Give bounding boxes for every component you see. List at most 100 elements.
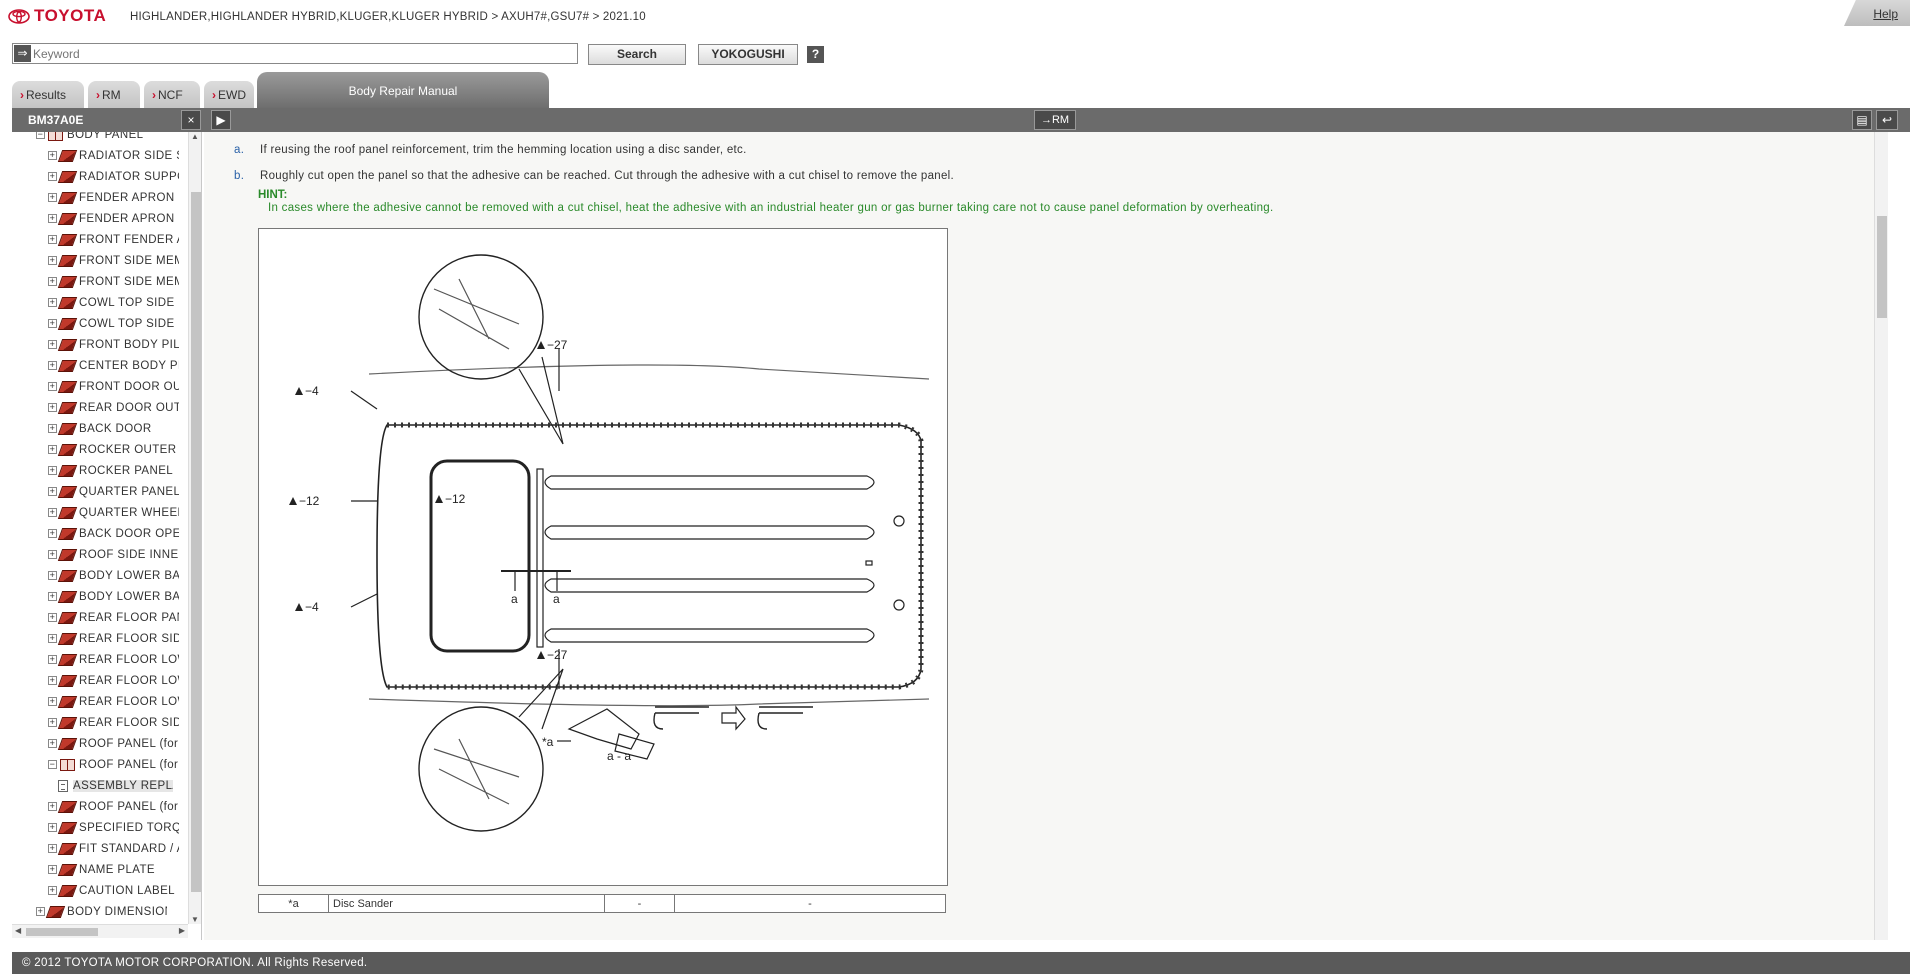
sidebar-vertical-scrollbar[interactable]: ▲ ▼ [188, 132, 201, 924]
tree-item[interactable]: + SPECIFIED TORQUE [48, 817, 179, 838]
expand-icon[interactable]: + [48, 172, 57, 181]
tree-item[interactable]: ASSEMBLY REPLACEMENT [58, 775, 173, 796]
expand-icon[interactable]: + [48, 361, 57, 370]
yokogushi-button[interactable]: YOKOGUSHI [698, 44, 798, 65]
expand-icon[interactable]: + [48, 529, 57, 538]
expand-icon[interactable]: + [48, 655, 57, 664]
expand-icon[interactable]: + [48, 277, 57, 286]
expand-icon[interactable]: + [48, 424, 57, 433]
expand-icon[interactable]: + [36, 907, 45, 916]
tree-item[interactable]: + REAR FLOOR SIDE [48, 712, 179, 733]
sidebar-horizontal-scrollbar[interactable]: ◀ ▶ [12, 924, 188, 938]
tree-item[interactable]: + BACK DOOR [48, 418, 179, 439]
tree-item[interactable]: + COWL TOP SIDE PANEL [48, 313, 179, 334]
scroll-down-icon[interactable]: ▼ [191, 915, 199, 924]
search-button[interactable]: Search [588, 44, 686, 65]
tab-results[interactable]: › Results [12, 81, 84, 108]
tab-body-repair-manual[interactable]: Body Repair Manual [257, 72, 549, 108]
expand-icon[interactable]: + [48, 319, 57, 328]
expand-icon[interactable]: + [48, 487, 57, 496]
tree-item[interactable]: + BACK DOOR OPENING [48, 523, 179, 544]
expand-icon[interactable]: + [48, 466, 57, 475]
expand-icon[interactable]: + [48, 151, 57, 160]
tree-item[interactable]: + FRONT SIDE MEMBER [48, 271, 179, 292]
scroll-right-icon[interactable]: ▶ [179, 926, 185, 935]
content-vertical-scrollbar[interactable] [1874, 132, 1888, 940]
expand-icon[interactable]: + [48, 403, 57, 412]
tree-item[interactable]: + FRONT FENDER APRON [48, 229, 179, 250]
expand-icon[interactable]: + [48, 634, 57, 643]
expand-icon[interactable]: + [48, 592, 57, 601]
help-tab[interactable]: Help [1844, 0, 1910, 26]
tree-item[interactable]: + FRONT BODY PILLAR [48, 334, 179, 355]
expand-icon[interactable]: + [48, 193, 57, 202]
expand-icon[interactable]: + [48, 886, 57, 895]
tree-item[interactable]: + COWL TOP SIDE UPPER [48, 292, 179, 313]
tree-item[interactable]: + REAR FLOOR LOWER [48, 670, 179, 691]
tree-item[interactable]: + CENTER BODY PILLAR [48, 355, 179, 376]
tree-item[interactable]: + RADIATOR SIDE SUPPORT [48, 145, 179, 166]
scroll-thumb[interactable] [26, 928, 98, 936]
scroll-up-icon[interactable]: ▲ [191, 132, 199, 141]
expand-icon[interactable]: + [48, 508, 57, 517]
expand-icon[interactable]: + [48, 802, 57, 811]
tree-item[interactable]: + QUARTER PANEL [48, 481, 179, 502]
tree-item[interactable]: − BODY PANEL [36, 132, 167, 145]
back-icon[interactable]: ↩ [1876, 110, 1898, 130]
expand-icon[interactable]: + [48, 613, 57, 622]
tree-item[interactable]: + REAR FLOOR SIDE [48, 628, 179, 649]
tree-item[interactable]: + ROOF SIDE INNER [48, 544, 179, 565]
expand-icon[interactable]: + [48, 256, 57, 265]
tab-rm[interactable]: › RM [88, 81, 140, 108]
tree-item[interactable]: + REAR DOOR OUTER [48, 397, 179, 418]
tree-item[interactable]: + BODY DIMENSIONS [36, 901, 167, 922]
collapse-icon[interactable]: − [48, 760, 57, 769]
tab-ncf[interactable]: › NCF [144, 81, 200, 108]
expand-arrow-icon[interactable]: ▶ [211, 110, 231, 130]
tree-item[interactable]: + QUARTER WHEEL [48, 502, 179, 523]
tree-item[interactable]: + NAME PLATE [48, 859, 179, 880]
tree-item[interactable]: + ROOF PANEL (for [48, 796, 179, 817]
expand-icon[interactable]: + [48, 739, 57, 748]
expand-icon[interactable]: + [48, 697, 57, 706]
tree-item[interactable]: + ROOF PANEL (for [48, 733, 179, 754]
scroll-thumb[interactable] [1877, 216, 1887, 318]
tree-item[interactable]: + REAR FLOOR LOWER [48, 649, 179, 670]
tree-item[interactable]: + FIT STANDARD / ADJUSTMENT [48, 838, 179, 859]
tree-item[interactable]: + FENDER APRON BAFFLE [48, 208, 179, 229]
expand-icon[interactable]: + [48, 844, 57, 853]
tree-item[interactable]: + CAUTION LABEL [48, 880, 179, 901]
tree-item[interactable]: + FENDER APRON BRACE [48, 187, 179, 208]
collapse-icon[interactable]: − [36, 132, 45, 139]
expand-icon[interactable]: + [48, 298, 57, 307]
tree-item[interactable]: + REAR FLOOR LOWER [48, 691, 179, 712]
keyword-input[interactable] [33, 45, 573, 62]
close-icon[interactable]: × [181, 110, 201, 130]
tree-item[interactable]: + FRONT SIDE MEMBER [48, 250, 179, 271]
help-link[interactable]: Help [1873, 7, 1898, 21]
tree-item[interactable]: + ROCKER OUTER PANEL [48, 439, 179, 460]
expand-icon[interactable]: + [48, 235, 57, 244]
tree-item[interactable]: + BODY LOWER BACK [48, 586, 179, 607]
print-icon[interactable]: ▤ [1852, 110, 1872, 130]
expand-icon[interactable]: + [48, 571, 57, 580]
tab-ewd[interactable]: › EWD [204, 81, 254, 108]
scroll-left-icon[interactable]: ◀ [15, 926, 21, 935]
tree-item[interactable]: + FRONT DOOR OUTER [48, 376, 179, 397]
expand-icon[interactable]: + [48, 445, 57, 454]
expand-icon[interactable]: + [48, 550, 57, 559]
expand-icon[interactable]: + [48, 865, 57, 874]
expand-icon[interactable]: + [48, 676, 57, 685]
tree-item[interactable]: + RADIATOR SUPPORT [48, 166, 179, 187]
expand-icon[interactable]: + [48, 214, 57, 223]
scroll-thumb[interactable] [191, 192, 201, 892]
expand-icon[interactable]: + [48, 718, 57, 727]
tree-item[interactable]: + BODY LOWER BACK [48, 565, 179, 586]
expand-icon[interactable]: + [48, 340, 57, 349]
tree-item[interactable]: + REAR FLOOR PAN [48, 607, 179, 628]
help-question-icon[interactable]: ? [807, 46, 824, 63]
tree-item[interactable]: − ROOF PANEL (for [48, 754, 179, 775]
expand-icon[interactable]: + [48, 382, 57, 391]
keyword-field[interactable]: ⇒ [12, 43, 578, 64]
tree-item[interactable]: + ROCKER PANEL [48, 460, 179, 481]
